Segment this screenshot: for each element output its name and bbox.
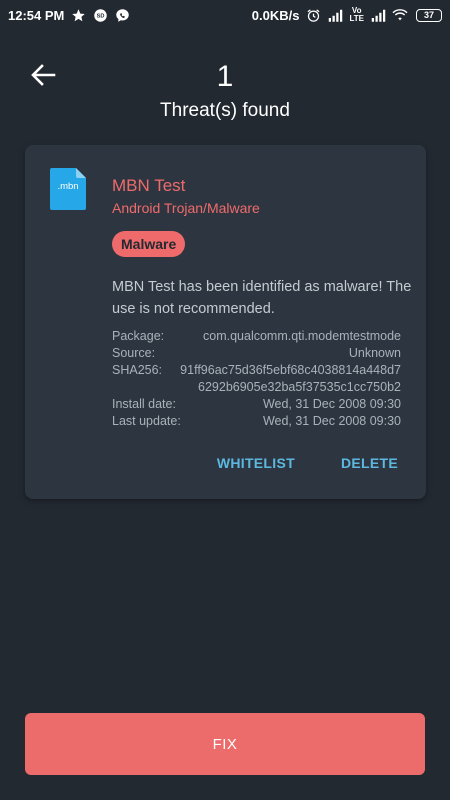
last-update-label: Last update: (112, 414, 181, 428)
delete-button[interactable]: DELETE (341, 455, 398, 471)
status-bar: 12:54 PM SD 0.0KB/s Vo LTE 37 (0, 0, 450, 30)
sha256-label: SHA256: (112, 363, 163, 377)
threat-label: Threat(s) found (160, 100, 290, 121)
card-actions: WHITELIST DELETE (217, 455, 398, 471)
threat-details: Package: com.qualcomm.qti.modemtestmode … (112, 328, 401, 430)
signal-icon (327, 7, 343, 23)
threat-type: Android Trojan/Malware (112, 200, 260, 216)
phone-bubble-icon (114, 7, 130, 23)
mi-chat-icon: SD (92, 7, 108, 23)
star-icon (70, 7, 86, 23)
package-value: com.qualcomm.qti.modemtestmode (203, 329, 401, 343)
alarm-icon (305, 7, 321, 23)
app-name: MBN Test (112, 176, 186, 195)
threat-description: MBN Test has been identified as malware!… (112, 279, 412, 317)
network-speed: 0.0KB/s (251, 7, 300, 23)
install-date-label: Install date: (112, 397, 176, 411)
file-extension: .mbn (57, 181, 79, 192)
install-date-row: Install date: Wed, 31 Dec 2008 09:30 (112, 396, 401, 413)
volte-indicator: Vo LTE (349, 7, 364, 23)
status-right: 0.0KB/s Vo LTE 37 (252, 7, 442, 23)
package-label: Package: (112, 329, 165, 343)
threat-count: 1 (216, 60, 234, 93)
threat-scan-screen: 12:54 PM SD 0.0KB/s Vo LTE 37 1 Threat(s… (0, 0, 450, 800)
whitelist-button[interactable]: WHITELIST (217, 455, 295, 471)
source-row: Source: Unknown (112, 345, 401, 362)
malware-badge: Malware (112, 231, 186, 257)
status-time: 12:54 PM (8, 7, 65, 23)
signal-icon-2 (370, 7, 386, 23)
wifi-icon (392, 7, 408, 23)
sha256-value: 91ff96ac75d36f5ebf68c4038814a448d7 6292b… (180, 363, 401, 394)
volte-bottom: LTE (349, 14, 364, 23)
fix-button[interactable]: FIX (25, 713, 425, 775)
package-row: Package: com.qualcomm.qti.modemtestmode (112, 328, 401, 345)
threat-card: .mbn MBN Test Android Trojan/Malware Mal… (25, 145, 426, 499)
last-update-value: Wed, 31 Dec 2008 09:30 (262, 414, 401, 428)
source-label: Source: (112, 346, 156, 360)
battery-indicator: 37 (416, 8, 442, 22)
install-date-value: Wed, 31 Dec 2008 09:30 (262, 397, 401, 411)
sha256-row: SHA256: 91ff96ac75d36f5ebf68c4038814a448… (112, 362, 401, 396)
svg-text:SD: SD (96, 13, 104, 19)
status-left: 12:54 PM SD (8, 7, 130, 23)
file-icon: .mbn (50, 168, 86, 210)
source-value: Unknown (348, 346, 401, 360)
last-update-row: Last update: Wed, 31 Dec 2008 09:30 (112, 413, 401, 430)
